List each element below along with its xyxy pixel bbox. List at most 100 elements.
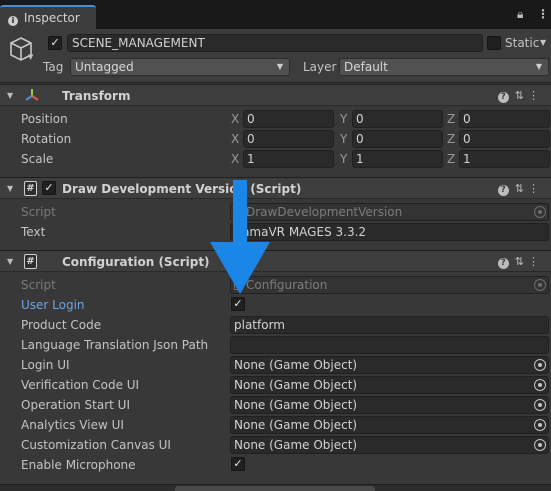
script-reference-field: Configuration — [230, 276, 549, 294]
axis-z-label[interactable]: Z — [447, 151, 455, 167]
static-dropdown-caret-icon[interactable]: ▼ — [540, 35, 546, 51]
component-header-icons: ? ⇅⋮ — [497, 88, 543, 104]
help-icon[interactable]: ? — [497, 258, 509, 269]
operation-start-ui-label: Operation Start UI — [21, 398, 130, 412]
help-icon[interactable]: ? — [497, 185, 509, 196]
field-value: None (Game Object) — [234, 398, 358, 412]
preset-icon[interactable]: ⇅ — [515, 255, 528, 268]
script-label: Script — [21, 205, 56, 219]
login-ui-label: Login UI — [21, 358, 70, 372]
axis-y-label[interactable]: Y — [340, 111, 347, 127]
script-reference-field: DrawDevelopmentVersion — [230, 203, 549, 221]
script-label: Script — [21, 278, 56, 292]
object-picker-icon — [534, 206, 546, 218]
foldout-arrow-icon[interactable]: ▼ — [7, 184, 13, 193]
operation-start-ui-field[interactable]: None (Game Object) — [230, 396, 549, 414]
verification-code-ui-field[interactable]: None (Game Object) — [230, 376, 549, 394]
help-icon[interactable]: ? — [497, 92, 509, 103]
foldout-arrow-icon[interactable]: ▼ — [7, 257, 13, 266]
csharp-script-icon: # — [24, 181, 37, 196]
position-label: Position — [21, 112, 68, 126]
kebab-menu-icon[interactable]: ⋮ — [528, 182, 543, 195]
axis-z-label[interactable]: Z — [447, 131, 455, 147]
tab-inspector[interactable]: i Inspector — [0, 5, 96, 29]
rotation-label: Rotation — [21, 132, 72, 146]
axis-x-label[interactable]: X — [231, 131, 239, 147]
component-title: Configuration (Script) — [62, 255, 210, 269]
position-x-field[interactable]: 0 — [243, 110, 334, 128]
info-icon: i — [8, 16, 18, 26]
active-toggle[interactable]: ✓ — [48, 36, 62, 50]
scale-x-field[interactable]: 1 — [243, 150, 334, 168]
scale-label: Scale — [21, 152, 54, 166]
chevron-down-icon: ▼ — [276, 62, 283, 71]
rotation-y-field[interactable]: 0 — [352, 130, 443, 148]
tab-label: Inspector — [23, 11, 80, 25]
chevron-down-icon: ▼ — [535, 62, 542, 71]
preset-icon[interactable]: ⇅ — [515, 182, 528, 195]
scale-z-field[interactable]: 1 — [459, 150, 550, 168]
component-enabled-toggle[interactable]: ✓ — [42, 181, 56, 195]
object-picker-icon[interactable] — [534, 439, 546, 451]
object-picker-icon[interactable] — [534, 419, 546, 431]
product-code-field[interactable]: platform — [230, 316, 549, 334]
rotation-z-field[interactable]: 0 — [459, 130, 550, 148]
object-picker-icon[interactable] — [534, 359, 546, 371]
component-header-icons: ? ⇅⋮ — [497, 254, 543, 270]
component-title: Draw Development Version (Script) — [62, 182, 302, 196]
object-name-field[interactable]: SCENE_MANAGEMENT — [67, 34, 483, 52]
language-json-path-field[interactable] — [230, 336, 549, 354]
field-value: None (Game Object) — [234, 438, 358, 452]
field-value: None (Game Object) — [234, 378, 358, 392]
axis-x-label[interactable]: X — [231, 111, 239, 127]
static-checkbox[interactable] — [487, 36, 501, 50]
layer-dropdown[interactable]: Default ▼ — [339, 58, 549, 76]
add-component-button[interactable] — [175, 486, 375, 491]
tag-label: Tag — [43, 60, 64, 74]
transform-header[interactable]: ▼ Transform ? ⇅⋮ — [0, 84, 551, 106]
static-label: Static — [505, 36, 540, 50]
object-picker-icon[interactable] — [534, 399, 546, 411]
script-name: DrawDevelopmentVersion — [246, 205, 403, 219]
enable-microphone-checkbox[interactable]: ✓ — [231, 457, 245, 471]
csharp-script-icon: # — [24, 254, 37, 269]
component-header-icons: ? ⇅⋮ — [497, 181, 543, 197]
component-title: Transform — [62, 89, 131, 103]
script-file-icon — [234, 207, 243, 217]
language-json-path-label: Language Translation Json Path — [21, 338, 209, 352]
user-login-label: User Login — [21, 298, 85, 312]
axis-y-label[interactable]: Y — [340, 131, 347, 147]
field-value: None (Game Object) — [234, 358, 358, 372]
draw-dev-header[interactable]: ▼ # ✓ Draw Development Version (Script) … — [0, 177, 551, 199]
configuration-header[interactable]: ▼ # Configuration (Script) ? ⇅⋮ — [0, 250, 551, 272]
kebab-menu-icon[interactable]: ⋮ — [528, 89, 543, 102]
text-label: Text — [21, 225, 46, 239]
customization-canvas-ui-field[interactable]: None (Game Object) — [230, 436, 549, 454]
rotation-x-field[interactable]: 0 — [243, 130, 334, 148]
tab-bar: i Inspector 🔒︎ ⋮ — [0, 0, 551, 29]
user-login-checkbox[interactable]: ✓ — [231, 297, 245, 311]
axis-x-label[interactable]: X — [231, 151, 239, 167]
position-y-field[interactable]: 0 — [352, 110, 443, 128]
script-file-icon — [234, 280, 243, 290]
preset-icon[interactable]: ⇅ — [515, 89, 528, 102]
scale-y-field[interactable]: 1 — [352, 150, 443, 168]
axis-y-label[interactable]: Y — [340, 151, 347, 167]
customization-canvas-ui-label: Customization Canvas UI — [21, 438, 171, 452]
tag-dropdown[interactable]: Untagged ▼ — [70, 58, 290, 76]
text-field[interactable]: RamaVR MAGES 3.3.2 — [230, 223, 549, 241]
verification-code-ui-label: Verification Code UI — [21, 378, 140, 392]
lock-icon[interactable]: 🔒︎ — [517, 7, 523, 21]
position-z-field[interactable]: 0 — [459, 110, 550, 128]
script-name: Configuration — [246, 278, 328, 292]
object-picker-icon[interactable] — [534, 379, 546, 391]
login-ui-field[interactable]: None (Game Object) — [230, 356, 549, 374]
axis-z-label[interactable]: Z — [447, 111, 455, 127]
analytics-view-ui-label: Analytics View UI — [21, 418, 124, 432]
kebab-menu-icon[interactable]: ⋮ — [528, 255, 543, 268]
analytics-view-ui-field[interactable]: None (Game Object) — [230, 416, 549, 434]
icon-dropdown-caret-icon[interactable]: ▼ — [28, 53, 33, 61]
foldout-arrow-icon[interactable]: ▼ — [7, 91, 13, 100]
transform-axes-icon — [25, 89, 39, 101]
kebab-menu-icon[interactable]: ⋮ — [537, 7, 549, 21]
